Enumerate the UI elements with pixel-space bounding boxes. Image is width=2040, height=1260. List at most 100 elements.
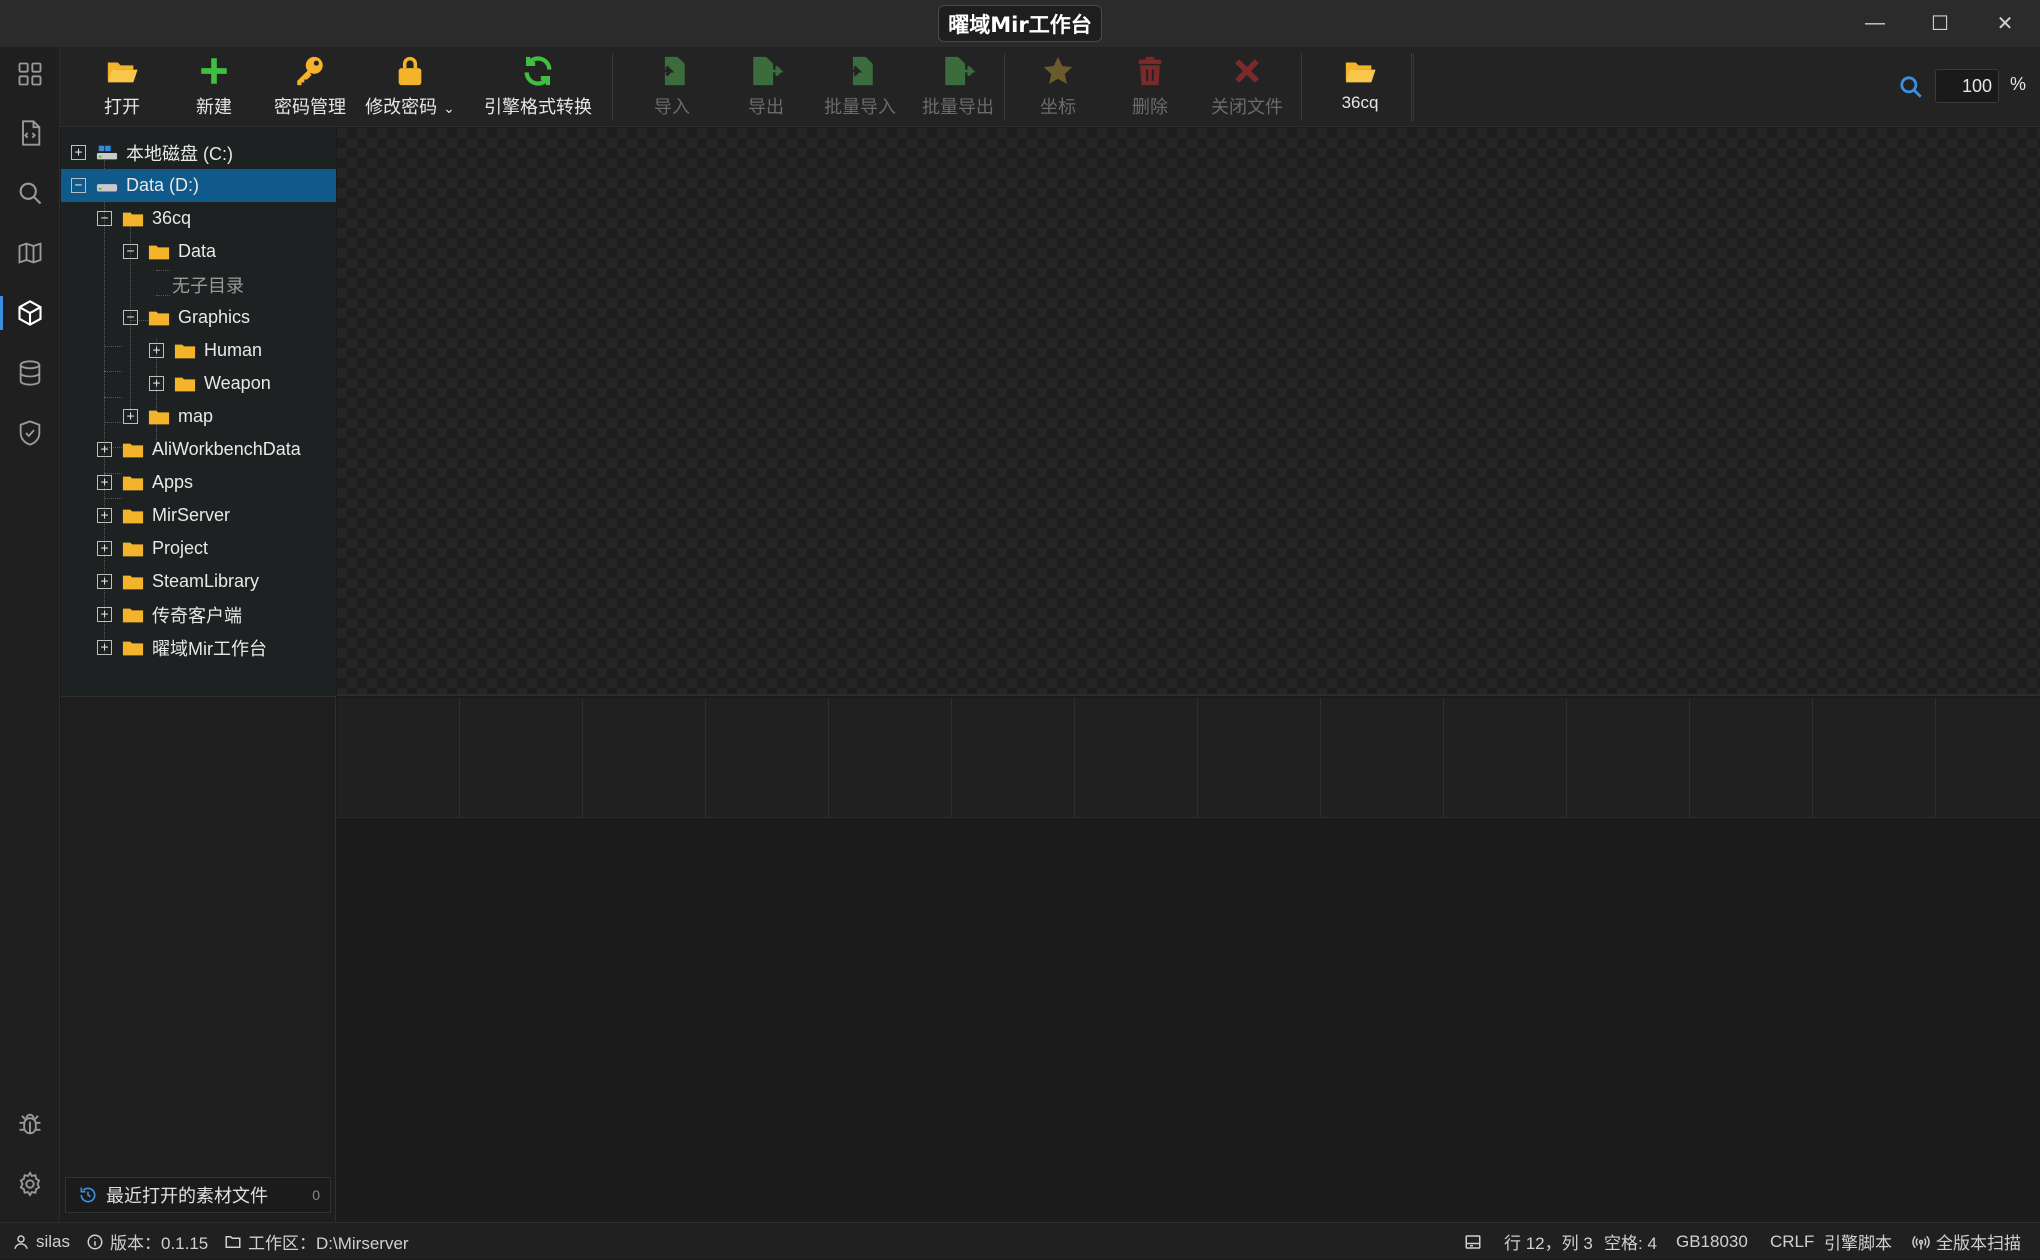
- tree-node-apps[interactable]: + Apps: [61, 466, 336, 499]
- activity-database[interactable]: [0, 348, 60, 398]
- frame-cell[interactable]: [460, 698, 583, 818]
- activity-security[interactable]: [0, 408, 60, 458]
- image-preview-canvas[interactable]: [337, 128, 2040, 696]
- tree-empty-placeholder: 无子目录: [61, 268, 336, 301]
- status-scan[interactable]: 全版本扫描: [1912, 1223, 2021, 1260]
- status-workspace-label: 工作区：D:\Mirserver: [248, 1234, 409, 1253]
- tree-node-steamlibrary[interactable]: + SteamLibrary: [61, 565, 336, 598]
- expand-toggle[interactable]: +: [97, 508, 112, 523]
- expand-toggle[interactable]: +: [97, 475, 112, 490]
- tree-node-label: Apps: [152, 472, 194, 492]
- frame-cell[interactable]: [1198, 698, 1321, 818]
- status-indentation[interactable]: 空格: 4: [1604, 1223, 1657, 1260]
- change-password-dropdown[interactable]: 修改密码 ⌄: [360, 51, 460, 123]
- status-user[interactable]: silas: [12, 1223, 70, 1260]
- expand-toggle[interactable]: +: [71, 145, 86, 160]
- activity-debug[interactable]: [0, 1099, 60, 1149]
- folder-icon: [148, 245, 170, 259]
- minimize-button[interactable]: —: [1843, 0, 1907, 47]
- folder-open-icon: [107, 62, 138, 83]
- expand-toggle[interactable]: +: [123, 409, 138, 424]
- engine-convert-button[interactable]: 引擎格式转换: [478, 51, 598, 123]
- cube-icon: [18, 300, 42, 326]
- frame-cell[interactable]: [1075, 698, 1198, 818]
- status-panel-toggle[interactable]: [1464, 1223, 1488, 1260]
- tree-node-36cq[interactable]: − 36cq: [61, 202, 336, 235]
- status-version[interactable]: 版本：0.1.15: [86, 1223, 208, 1260]
- tree-node-yaoyu-workbench[interactable]: + 曜域Mir工作台: [61, 631, 336, 664]
- sidebar: + 本地磁盘 (C:) − Data (D:) − 36cq − Data 无子…: [61, 127, 336, 1222]
- frame-cell[interactable]: [1444, 698, 1567, 818]
- batch-export-button[interactable]: 批量导出: [908, 51, 1008, 123]
- tree-node-label: Graphics: [178, 307, 251, 327]
- expand-toggle[interactable]: +: [97, 640, 112, 655]
- status-cursor-position[interactable]: 行 12，列 3: [1504, 1223, 1593, 1260]
- import-button[interactable]: 导入: [632, 51, 712, 123]
- tree-node-project[interactable]: + Project: [61, 532, 336, 565]
- tree-node-legend-client[interactable]: + 传奇客户端: [61, 598, 336, 631]
- expand-toggle[interactable]: +: [149, 376, 164, 391]
- folder-icon: [122, 443, 144, 457]
- tree-node-drive-d[interactable]: − Data (D:): [61, 169, 336, 202]
- drive-icon: [96, 183, 118, 191]
- activity-search[interactable]: [0, 168, 60, 218]
- activity-script-files[interactable]: [0, 108, 60, 158]
- expand-toggle[interactable]: +: [149, 343, 164, 358]
- open-button[interactable]: 打开: [90, 51, 154, 123]
- tree-node-mirserver[interactable]: + MirServer: [61, 499, 336, 532]
- frame-cell[interactable]: [1690, 698, 1813, 818]
- activity-resources[interactable]: [0, 288, 60, 338]
- frame-cell[interactable]: [337, 698, 460, 818]
- status-language[interactable]: 引擎脚本: [1824, 1223, 1892, 1260]
- recent-files-count: 0: [312, 1187, 320, 1203]
- collapse-toggle[interactable]: −: [71, 178, 86, 193]
- status-user-label: silas: [36, 1231, 71, 1251]
- expand-toggle[interactable]: +: [97, 607, 112, 622]
- delete-button[interactable]: 删除: [1110, 51, 1190, 123]
- folder-36cq-button[interactable]: 36cq: [1315, 51, 1405, 123]
- zoom-input[interactable]: [1935, 69, 1999, 103]
- frame-cell[interactable]: [952, 698, 1075, 818]
- tree-node-data[interactable]: − Data: [61, 235, 336, 268]
- status-line-ending[interactable]: CRLF: [1770, 1223, 1814, 1260]
- frame-cell[interactable]: [1321, 698, 1444, 818]
- expand-toggle[interactable]: +: [97, 541, 112, 556]
- tree-node-label: 曜域Mir工作台: [152, 638, 267, 659]
- zoom-icon[interactable]: [1898, 74, 1924, 100]
- frame-cell[interactable]: [1813, 698, 1936, 818]
- frame-cell[interactable]: [706, 698, 829, 818]
- new-button[interactable]: 新建: [182, 51, 246, 123]
- activity-map[interactable]: [0, 228, 60, 278]
- activity-settings[interactable]: [0, 1159, 60, 1209]
- change-password-label: 修改密码 ⌄: [365, 97, 455, 117]
- expand-toggle[interactable]: +: [97, 574, 112, 589]
- tree-node-human[interactable]: + Human: [61, 334, 336, 367]
- tree-node-map[interactable]: + map: [61, 400, 336, 433]
- tree-node-aliworkbenchdata[interactable]: + AliWorkbenchData: [61, 433, 336, 466]
- collapse-toggle[interactable]: −: [123, 310, 138, 325]
- export-button[interactable]: 导出: [726, 51, 806, 123]
- batch-import-button[interactable]: 批量导入: [810, 51, 910, 123]
- maximize-button[interactable]: ☐: [1908, 0, 1972, 47]
- frame-cell[interactable]: [829, 698, 952, 818]
- frame-cell[interactable]: [583, 698, 706, 818]
- tree-node-weapon[interactable]: + Weapon: [61, 367, 336, 400]
- tree-node-graphics[interactable]: − Graphics: [61, 301, 336, 334]
- coordinates-button[interactable]: 坐标: [1018, 51, 1098, 123]
- expand-toggle[interactable]: +: [97, 442, 112, 457]
- frame-cell[interactable]: [1936, 698, 2040, 818]
- password-manage-button[interactable]: 密码管理: [260, 51, 360, 123]
- close-button[interactable]: ✕: [1973, 0, 2037, 47]
- recent-files-button[interactable]: 最近打开的素材文件 0: [65, 1177, 331, 1213]
- folder-icon: [174, 377, 196, 391]
- status-encoding[interactable]: GB18030: [1676, 1223, 1748, 1260]
- lock-icon: [398, 56, 422, 86]
- close-file-button[interactable]: 关闭文件: [1197, 51, 1297, 123]
- frame-cell[interactable]: [1567, 698, 1690, 818]
- tree-node-drive-c[interactable]: + 本地磁盘 (C:): [61, 136, 336, 169]
- collapse-toggle[interactable]: −: [97, 211, 112, 226]
- collapse-toggle[interactable]: −: [123, 244, 138, 259]
- tree-node-label: MirServer: [152, 505, 231, 525]
- activity-dashboard[interactable]: [0, 49, 60, 99]
- status-workspace[interactable]: 工作区：D:\Mirserver: [224, 1223, 409, 1260]
